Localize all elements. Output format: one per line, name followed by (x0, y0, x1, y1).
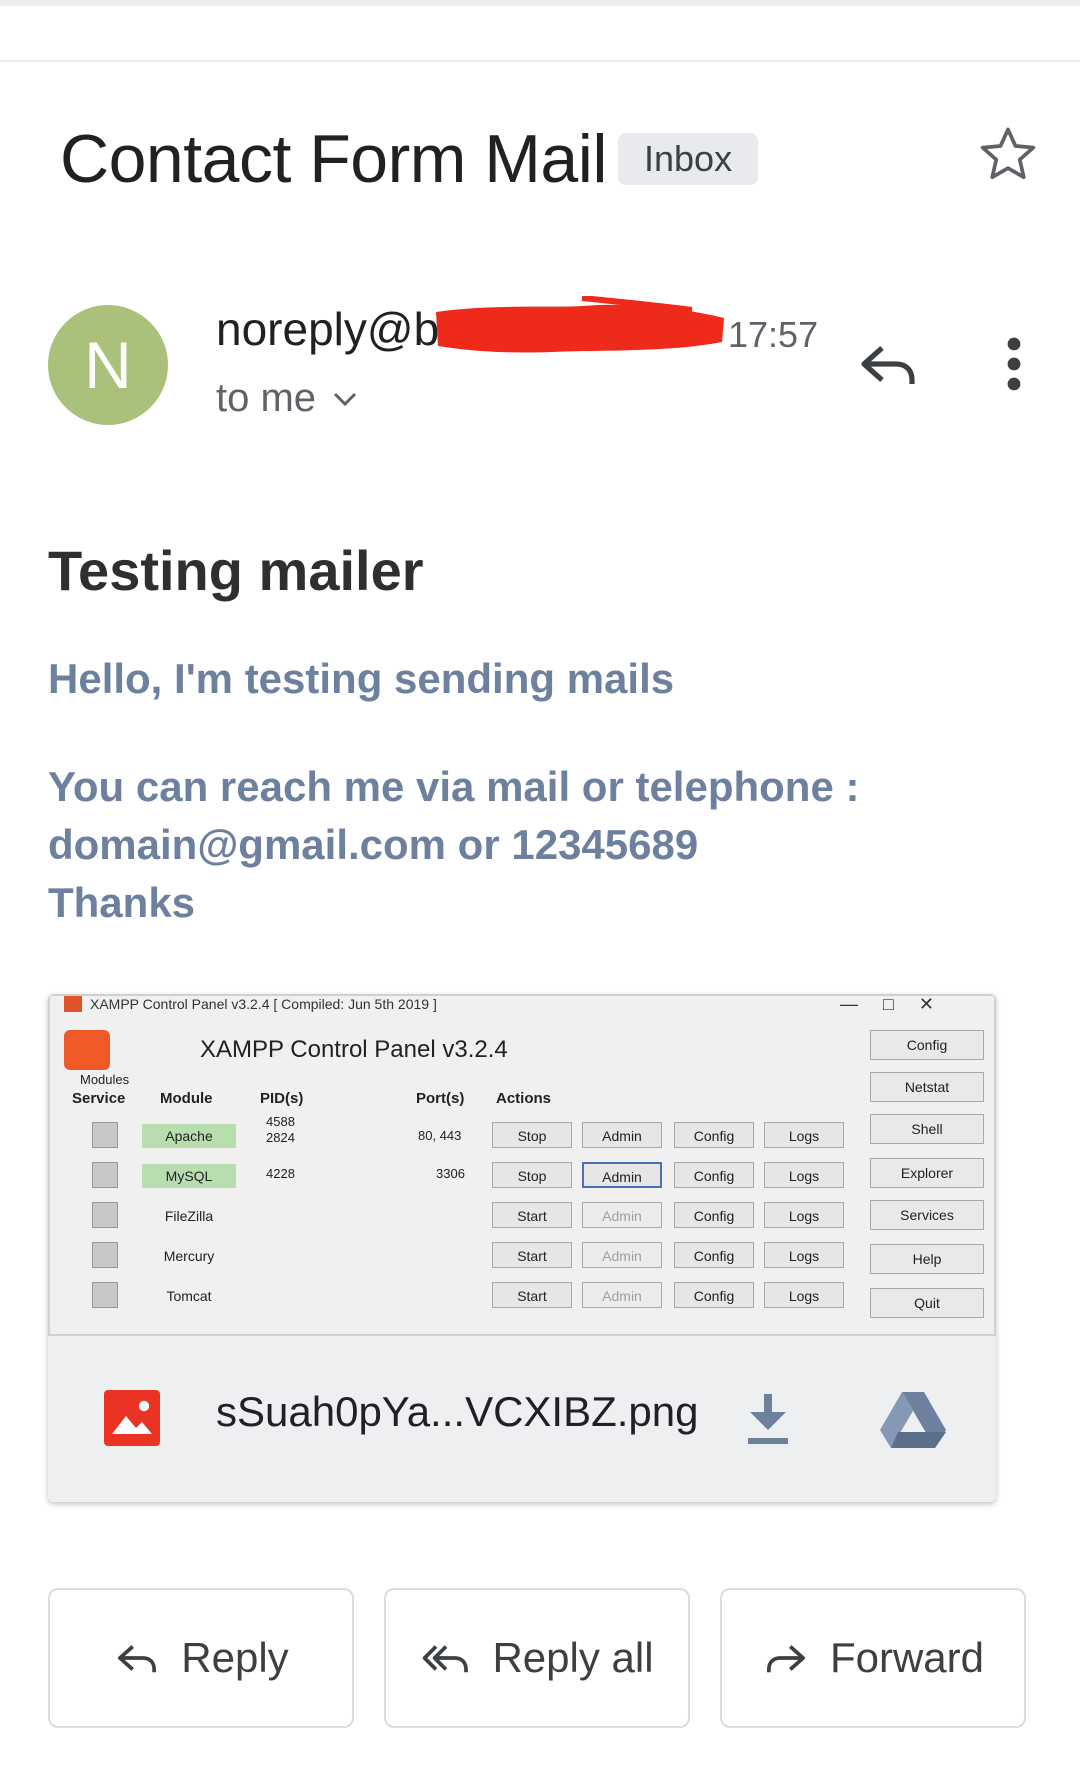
thumb-pid: 4588 2824 (266, 1114, 295, 1145)
thumb-side-services-button: Services (870, 1200, 984, 1230)
reply-all-button[interactable]: Reply all (384, 1588, 690, 1728)
thumb-action-button: Stop (492, 1162, 572, 1188)
thumb-port: 3306 (436, 1166, 465, 1181)
thumb-logs-button: Logs (764, 1202, 844, 1228)
thumb-side-shell-button: Shell (870, 1114, 984, 1144)
thumb-admin-button: Admin (582, 1162, 662, 1188)
thumb-config-button: Config (674, 1162, 754, 1188)
thumb-admin-button: Admin (582, 1242, 662, 1268)
thumb-window-controls: — □ ✕ (840, 994, 934, 1014)
thumb-action-button: Start (492, 1242, 572, 1268)
attachment-card[interactable]: XAMPP Control Panel v3.2.4 [ Compiled: J… (48, 994, 996, 1502)
star-icon[interactable] (976, 122, 1040, 186)
thumb-side-quit-button: Quit (870, 1288, 984, 1318)
thumb-window-title: XAMPP Control Panel v3.2.4 [ Compiled: J… (90, 996, 437, 1012)
chevron-down-icon (333, 392, 357, 406)
email-subject: Contact Form Mail (60, 121, 607, 197)
thumb-side-help-button: Help (870, 1244, 984, 1274)
thumb-logs-button: Logs (764, 1122, 844, 1148)
redaction-mark (436, 296, 724, 353)
message-line-contact: You can reach me via mail or telephone : (48, 763, 860, 810)
thumb-service-checkbox (92, 1162, 118, 1188)
thumb-config-button: Config (674, 1202, 754, 1228)
thumb-col-actions: Actions (496, 1090, 552, 1107)
thumb-heading: XAMPP Control Panel v3.2.4 (200, 1036, 508, 1063)
thumb-col-pids: PID(s) (260, 1090, 304, 1107)
thumb-col-module: Module (160, 1090, 213, 1107)
recipient-toggle[interactable]: to me (216, 376, 358, 421)
forward-icon (766, 1645, 805, 1673)
reply-icon[interactable] (856, 336, 920, 392)
thumb-pid: 4228 (266, 1166, 295, 1181)
reply-button-label: Reply (181, 1634, 289, 1681)
thumb-config-button: Config (674, 1282, 754, 1308)
more-options-icon[interactable] (1000, 336, 1028, 392)
thumb-col-modules: Modules (80, 1072, 130, 1087)
thumb-action-button: Start (492, 1202, 572, 1228)
inbox-label-badge[interactable]: Inbox (618, 133, 759, 185)
attachment-file-name[interactable]: sSuah0pYa...VCXIBZ.png (216, 1388, 699, 1436)
reply-button[interactable]: Reply (48, 1588, 354, 1728)
thumb-module-name: MySQL (142, 1164, 236, 1188)
thumb-service-checkbox (92, 1282, 118, 1308)
reply-icon (118, 1645, 157, 1673)
image-file-icon (104, 1390, 160, 1446)
thumb-module-name: FileZilla (164, 1208, 214, 1224)
thumb-service-checkbox (92, 1122, 118, 1148)
thumb-admin-button: Admin (582, 1282, 662, 1308)
forward-button-label: Forward (829, 1634, 985, 1681)
thumb-module-name: Apache (142, 1124, 236, 1148)
thumb-action-button: Stop (492, 1122, 572, 1148)
thumb-side-explorer-button: Explorer (870, 1158, 984, 1188)
top-app-bar (0, 0, 1080, 62)
download-icon[interactable] (744, 1390, 792, 1446)
message-line-greeting: Hello, I'm testing sending mails (48, 655, 675, 702)
thumb-service-checkbox (92, 1242, 118, 1268)
message-line-thanks: Thanks (48, 879, 196, 926)
thumb-col-service: Service (72, 1090, 126, 1107)
thumb-config-button: Config (674, 1122, 754, 1148)
reply-all-icon (423, 1645, 469, 1673)
thumb-service-checkbox (92, 1202, 118, 1228)
thumb-module-name: Mercury (163, 1248, 215, 1264)
thumb-port: 80, 443 (418, 1128, 462, 1143)
xampp-logo-icon (64, 1030, 110, 1070)
recipient-label: to me (216, 376, 317, 420)
thumb-admin-button: Admin (582, 1202, 662, 1228)
thumb-admin-button: Admin (582, 1122, 662, 1148)
thumb-config-button: Config (674, 1242, 754, 1268)
attachment-thumbnail[interactable]: XAMPP Control Panel v3.2.4 [ Compiled: J… (48, 994, 996, 1336)
reply-all-button-label: Reply all (492, 1634, 654, 1681)
thumb-logs-button: Logs (764, 1282, 844, 1308)
sender-address[interactable]: noreply@b (216, 302, 439, 356)
thumb-logs-button: Logs (764, 1242, 844, 1268)
received-time: 17:57 (728, 314, 819, 355)
message-title: Testing mailer (48, 539, 424, 602)
thumb-side-netstat-button: Netstat (870, 1072, 984, 1102)
thumb-action-button: Start (492, 1282, 572, 1308)
attachment-info-bar: sSuah0pYa...VCXIBZ.png (48, 1336, 996, 1502)
thumb-side-config-button: Config (870, 1030, 984, 1060)
thumb-module-name: Tomcat (166, 1288, 212, 1304)
message-line-details: domain@gmail.com or 12345689 (48, 821, 699, 868)
forward-button[interactable]: Forward (720, 1588, 1026, 1728)
sender-avatar[interactable]: N (48, 305, 168, 425)
thumb-col-ports: Port(s) (416, 1090, 465, 1107)
thumb-logs-button: Logs (764, 1162, 844, 1188)
xampp-small-logo-icon (64, 996, 82, 1012)
save-to-drive-icon[interactable] (880, 1390, 946, 1448)
